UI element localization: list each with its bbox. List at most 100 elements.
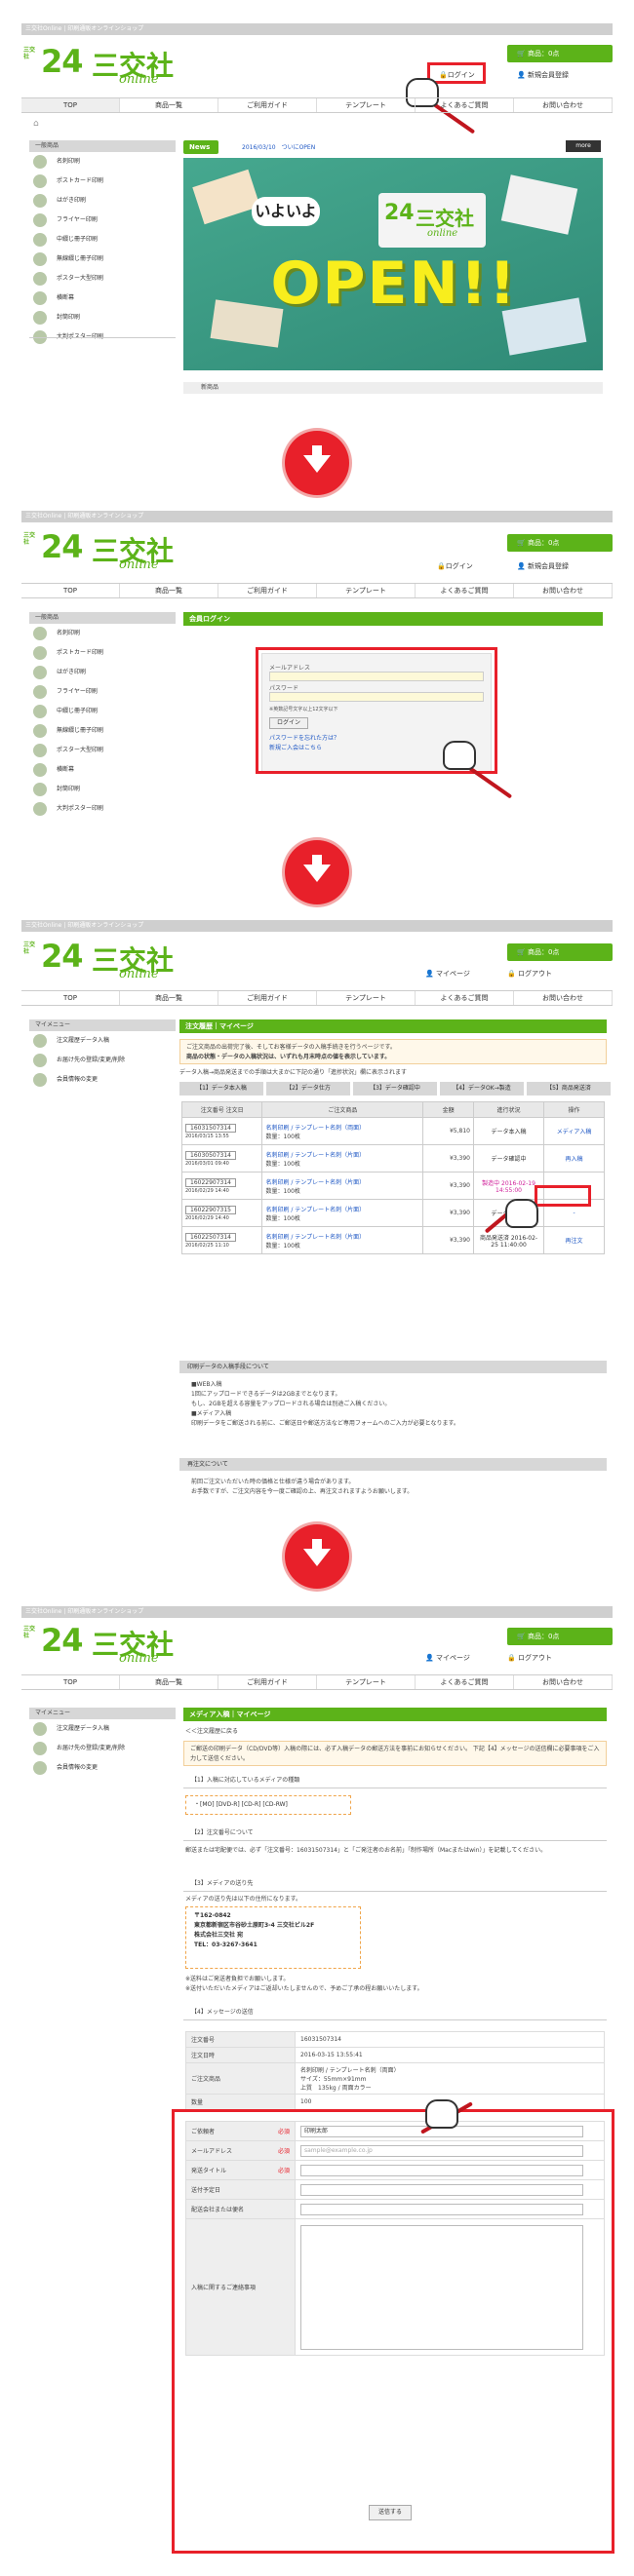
sidebar-item[interactable]: フライヤー印刷	[29, 211, 176, 230]
nav-guide[interactable]: ご利用ガイド	[218, 98, 317, 112]
sidebar-item[interactable]: 大判ポスター印刷	[29, 799, 176, 819]
nav-top[interactable]: TOP	[21, 991, 120, 1005]
sidebar-item[interactable]: 注文履歴データ入稿	[29, 1031, 176, 1051]
sidebar-item[interactable]: 封筒印刷	[29, 780, 176, 799]
nav-template[interactable]: テンプレート	[317, 1675, 416, 1689]
nav-faq[interactable]: よくあるご質問	[416, 1675, 514, 1689]
nav-contact[interactable]: お問い合わせ	[514, 991, 613, 1005]
order-number[interactable]: 16022907315	[185, 1205, 236, 1214]
forgot-password-link[interactable]: パスワードを忘れた方は？	[269, 733, 339, 742]
nav-products[interactable]: 商品一覧	[120, 584, 218, 597]
item-link[interactable]: 名刺印刷 / テンプレート名刺（片面）	[265, 1179, 365, 1186]
sidebar-item[interactable]: ポスター大型印刷	[29, 741, 176, 760]
nav-top[interactable]: TOP	[21, 584, 120, 597]
status-tab[interactable]: 【5】商品発送済	[527, 1082, 611, 1096]
nav-faq[interactable]: よくあるご質問	[416, 98, 514, 112]
item-link[interactable]: 名刺印刷 / テンプレート名刺（片面）	[265, 1152, 365, 1159]
product-thumb-icon	[33, 174, 47, 188]
sidebar-item[interactable]: はがき印刷	[29, 663, 176, 682]
nav-products[interactable]: 商品一覧	[120, 98, 218, 112]
item-link[interactable]: 名刺印刷 / テンプレート名刺（両面）	[265, 1125, 365, 1132]
mypage-link[interactable]: 👤 マイページ	[425, 1653, 470, 1663]
sidebar-item[interactable]: 横断幕	[29, 288, 176, 308]
status-tab[interactable]: 【2】データ仕方	[266, 1082, 350, 1096]
sidebar-item[interactable]: 中綴じ冊子印刷	[29, 230, 176, 250]
mypage-link[interactable]: 👤 マイページ	[425, 969, 470, 979]
sidebar-item[interactable]: 注文履歴データ入稿	[29, 1719, 176, 1739]
nav-contact[interactable]: お問い合わせ	[514, 98, 613, 112]
email-input[interactable]	[269, 672, 484, 681]
nav-guide[interactable]: ご利用ガイド	[218, 1675, 317, 1689]
logo[interactable]: 三交社 24 三交社 online	[23, 1622, 179, 1666]
login-link[interactable]: 🔒ログイン	[437, 561, 473, 571]
status-tab[interactable]: 【1】データ本入稿	[179, 1082, 263, 1096]
logout-link[interactable]: 🔒 ログアウト	[507, 969, 552, 979]
operation-cell[interactable]: 再入稿	[543, 1144, 605, 1173]
order-cell: 16031507314 2016/03/15 13:55	[180, 1117, 263, 1145]
nav-guide[interactable]: ご利用ガイド	[218, 991, 317, 1005]
nav-template[interactable]: テンプレート	[317, 991, 416, 1005]
sidebar-item[interactable]: はがき印刷	[29, 191, 176, 211]
sidebar-item[interactable]: 会員情報の変更	[29, 1758, 176, 1778]
sidebar-item[interactable]: 無線綴じ冊子印刷	[29, 250, 176, 269]
sidebar-item[interactable]: 封筒印刷	[29, 308, 176, 327]
status-tab[interactable]: 【4】データOK→製造	[440, 1082, 524, 1096]
news-text[interactable]: 2016/03/10 ついにOPEN	[242, 142, 315, 151]
sidebar-item[interactable]: お届け先の登録/変更/削除	[29, 1739, 176, 1758]
home-icon[interactable]: ⌂	[33, 119, 39, 129]
sidebar-item[interactable]: ポストカード印刷	[29, 172, 176, 191]
nav-guide[interactable]: ご利用ガイド	[218, 584, 317, 597]
nav-products[interactable]: 商品一覧	[120, 1675, 218, 1689]
register-label: 新規会員登録	[527, 562, 569, 570]
order-number[interactable]: 16030507314	[185, 1150, 236, 1160]
more-button[interactable]: more	[566, 140, 601, 152]
status-cell: データ確認中	[472, 1144, 545, 1173]
password-input[interactable]	[269, 692, 484, 702]
cart-button[interactable]: 🛒 商品：0点	[507, 534, 613, 552]
signup-link[interactable]: 新規ご入会はこちら	[269, 743, 322, 751]
nav-faq[interactable]: よくあるご質問	[416, 991, 514, 1005]
nav-contact[interactable]: お問い合わせ	[514, 1675, 613, 1689]
register-link[interactable]: 👤 新規会員登録	[517, 70, 569, 80]
nav-faq[interactable]: よくあるご質問	[416, 584, 514, 597]
operation-cell[interactable]: メディア入稿	[543, 1117, 605, 1145]
order-number[interactable]: 16031507314	[185, 1123, 236, 1133]
item-link[interactable]: 名刺印刷 / テンプレート名刺（片面）	[265, 1234, 365, 1241]
sidebar-item[interactable]: 名刺印刷	[29, 624, 176, 643]
sidebar-item[interactable]: お届け先の登録/変更/削除	[29, 1051, 176, 1070]
nav-template[interactable]: テンプレート	[317, 98, 416, 112]
operation-cell[interactable]: 再注文	[543, 1226, 605, 1254]
sidebar-item[interactable]: 無線綴じ冊子印刷	[29, 721, 176, 741]
order-number[interactable]: 16022507314	[185, 1232, 236, 1242]
product-thumb-icon	[33, 646, 47, 660]
sidebar-item[interactable]: フライヤー印刷	[29, 682, 176, 702]
cart-button[interactable]: 🛒 商品：0点	[507, 45, 613, 62]
sidebar-item-label: フライヤー印刷	[57, 688, 98, 695]
order-number[interactable]: 16022907314	[185, 1177, 236, 1187]
th-item: ご注文商品	[261, 1101, 424, 1118]
sidebar-item[interactable]: 横断幕	[29, 760, 176, 780]
logo[interactable]: 三交社 24 三交社 online	[23, 938, 179, 981]
sidebar-item-label: 中綴じ冊子印刷	[57, 236, 99, 243]
logout-link[interactable]: 🔒 ログアウト	[507, 1653, 552, 1663]
nav-contact[interactable]: お問い合わせ	[514, 584, 613, 597]
sidebar-item[interactable]: 会員情報の変更	[29, 1070, 176, 1090]
login-submit-button[interactable]: ログイン	[269, 717, 308, 729]
status-cell: 製造中 2016-02-19 14:55:00	[472, 1172, 545, 1200]
register-link[interactable]: 👤 新規会員登録	[517, 561, 569, 571]
item-link[interactable]: 名刺印刷 / テンプレート名刺（片面）	[265, 1207, 365, 1213]
cart-button[interactable]: 🛒 商品：0点	[507, 943, 613, 961]
sidebar-item[interactable]: ポストカード印刷	[29, 643, 176, 663]
cart-button[interactable]: 🛒 商品：0点	[507, 1628, 613, 1645]
nav-template[interactable]: テンプレート	[317, 584, 416, 597]
nav-top[interactable]: TOP	[21, 1675, 120, 1689]
nav-products[interactable]: 商品一覧	[120, 991, 218, 1005]
sidebar-item[interactable]: 中綴じ冊子印刷	[29, 702, 176, 721]
sidebar-item[interactable]: 名刺印刷	[29, 152, 176, 172]
back-link[interactable]: ＜＜注文履歴に戻る	[185, 1727, 238, 1737]
logo[interactable]: 三交社 24 三交社 online	[23, 43, 179, 87]
status-tab[interactable]: 【3】データ確認中	[353, 1082, 437, 1096]
nav-top[interactable]: TOP	[21, 98, 120, 112]
logo[interactable]: 三交社 24 三交社 online	[23, 528, 179, 572]
sidebar-item[interactable]: ポスター大型印刷	[29, 269, 176, 288]
